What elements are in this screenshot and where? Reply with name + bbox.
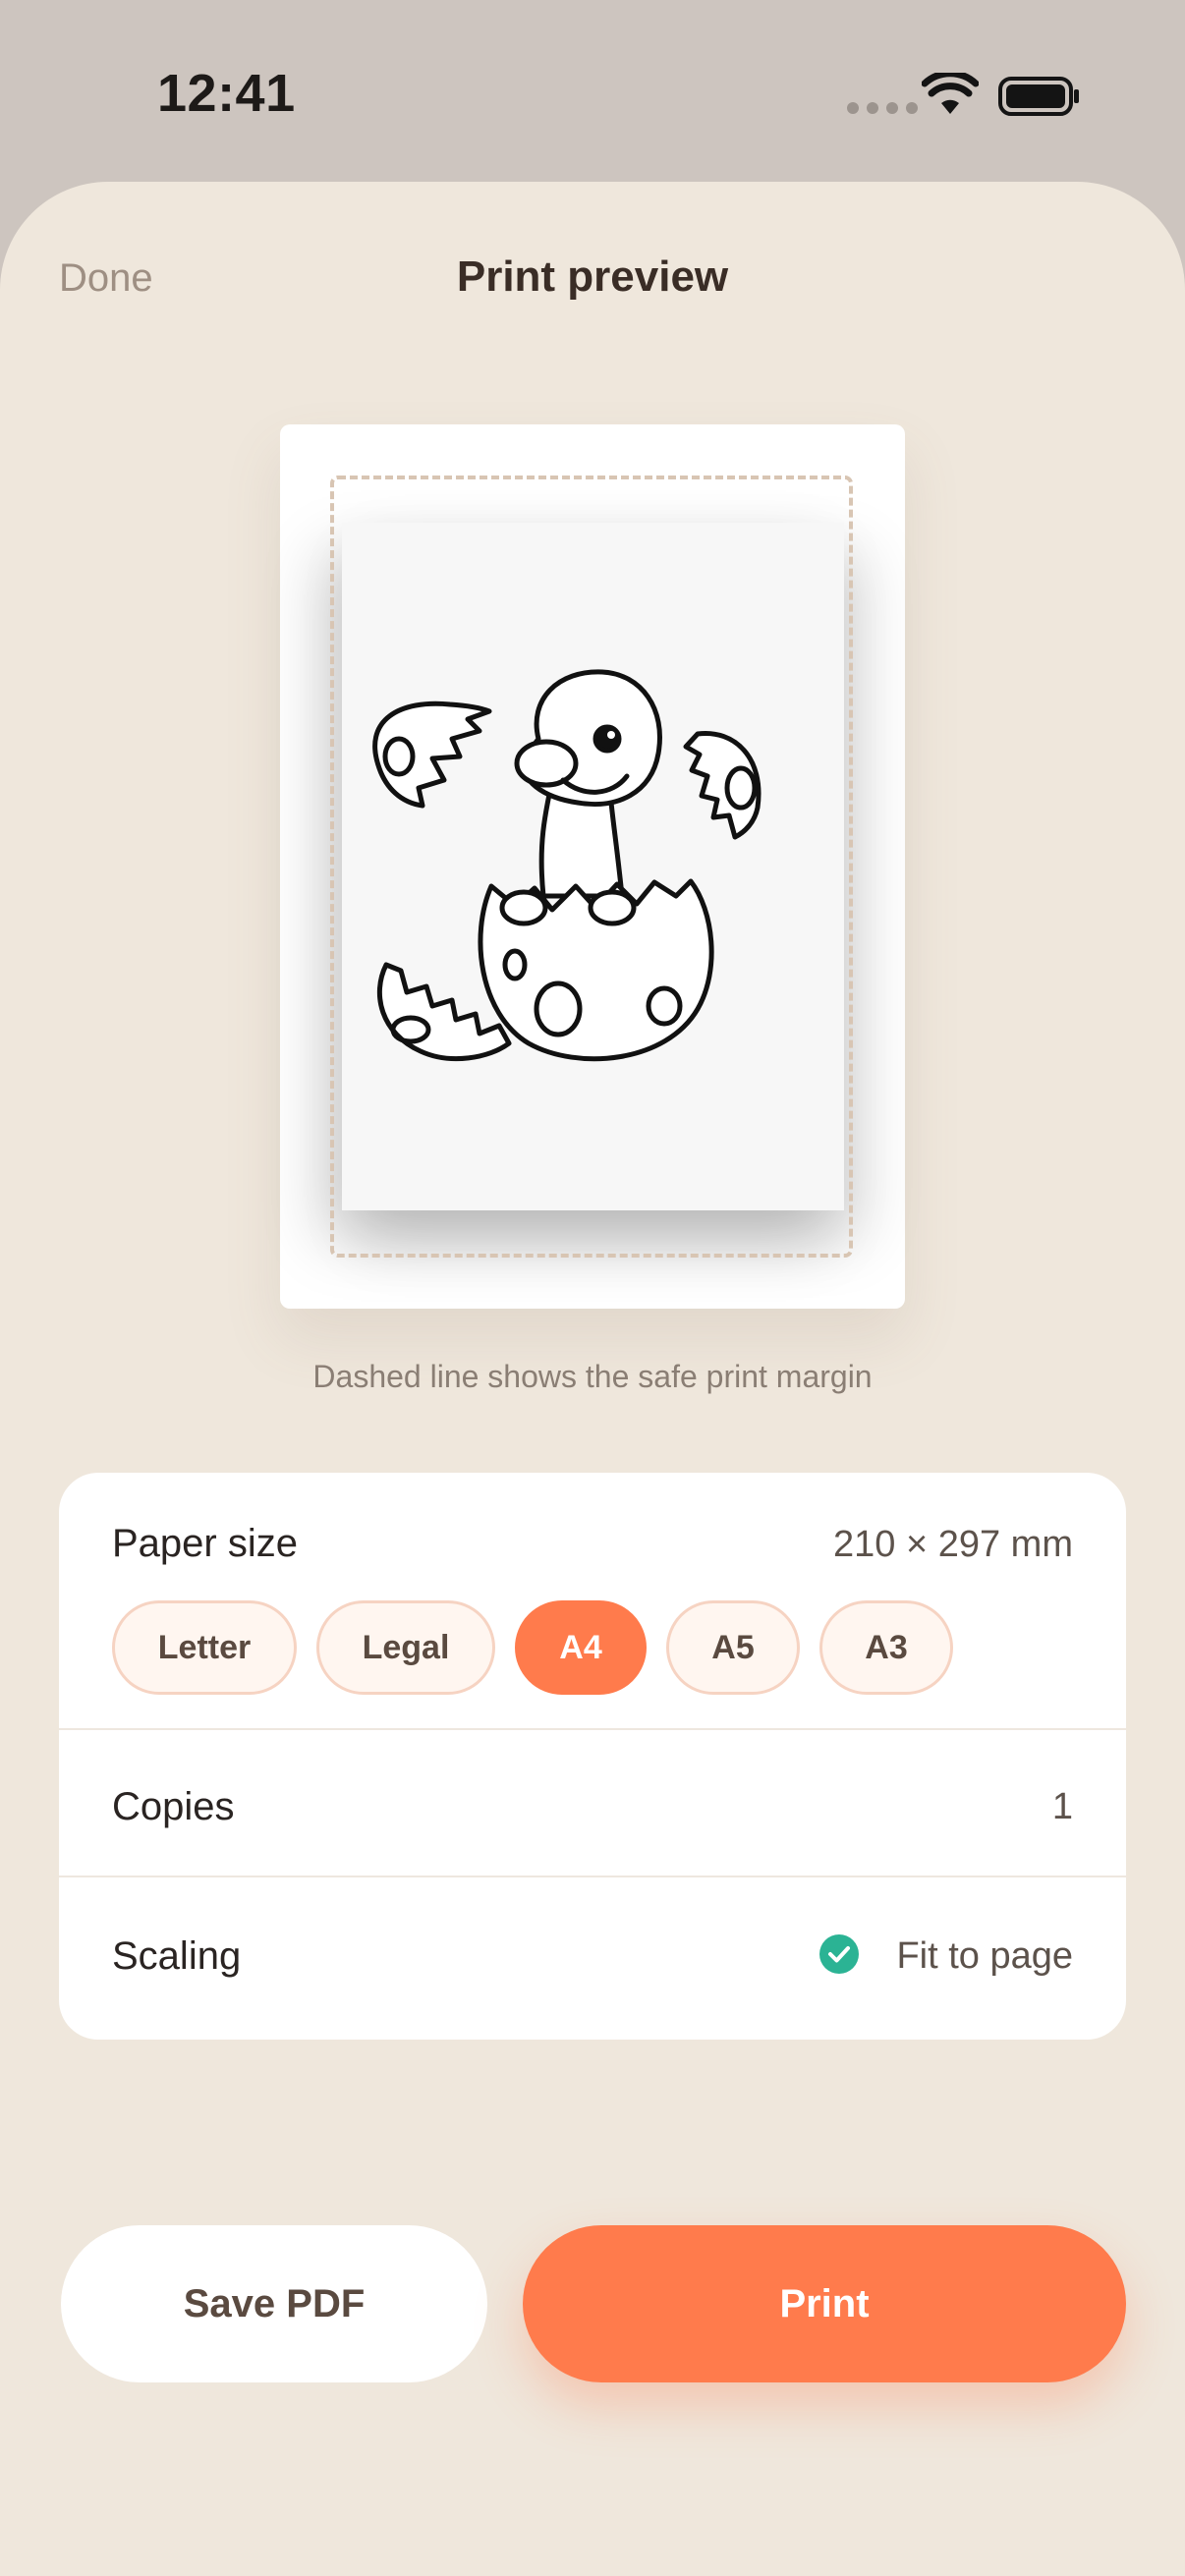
cellular-signal-icon xyxy=(847,102,918,114)
copies-value[interactable]: 1 xyxy=(1052,1740,1073,1874)
battery-icon xyxy=(998,77,1079,116)
safe-margin-indicator xyxy=(330,476,853,1258)
divider xyxy=(59,1728,1126,1730)
save-pdf-button[interactable]: Save PDF xyxy=(61,2225,487,2382)
paper-size-value: 210 × 297 mm xyxy=(833,1524,1073,1565)
status-time: 12:41 xyxy=(157,64,296,123)
wifi-icon xyxy=(922,73,979,114)
divider xyxy=(59,1876,1126,1877)
preview-caption: Dashed line shows the safe print margin xyxy=(312,1359,873,1394)
print-button[interactable]: Print xyxy=(523,2225,1126,2382)
paper-option-a3[interactable]: A3 xyxy=(819,1600,953,1695)
paper-size-label: Paper size xyxy=(112,1522,298,1565)
paper-option-a4[interactable]: A4 xyxy=(515,1600,647,1695)
status-bar: 12:41 xyxy=(0,0,1185,187)
page-title: Print preview xyxy=(456,252,729,301)
print-settings-card: Paper size 210 × 297 mm Letter Legal A4 … xyxy=(59,1473,1126,2040)
scaling-label: Scaling xyxy=(112,1934,242,1978)
paper-option-letter[interactable]: Letter xyxy=(112,1600,297,1695)
paper-option-a5[interactable]: A5 xyxy=(666,1600,800,1695)
copies-label: Copies xyxy=(112,1785,235,1828)
print-preview-sheet: Done Print preview Dashed line shows the… xyxy=(0,182,1185,2576)
paper-size-options: Letter Legal A4 A5 A3 xyxy=(112,1600,953,1695)
checkmark-circle-icon xyxy=(819,1934,859,1974)
paper-preview xyxy=(280,424,905,1309)
paper-option-legal[interactable]: Legal xyxy=(316,1600,495,1695)
scaling-value[interactable]: Fit to page xyxy=(896,1889,1073,2023)
